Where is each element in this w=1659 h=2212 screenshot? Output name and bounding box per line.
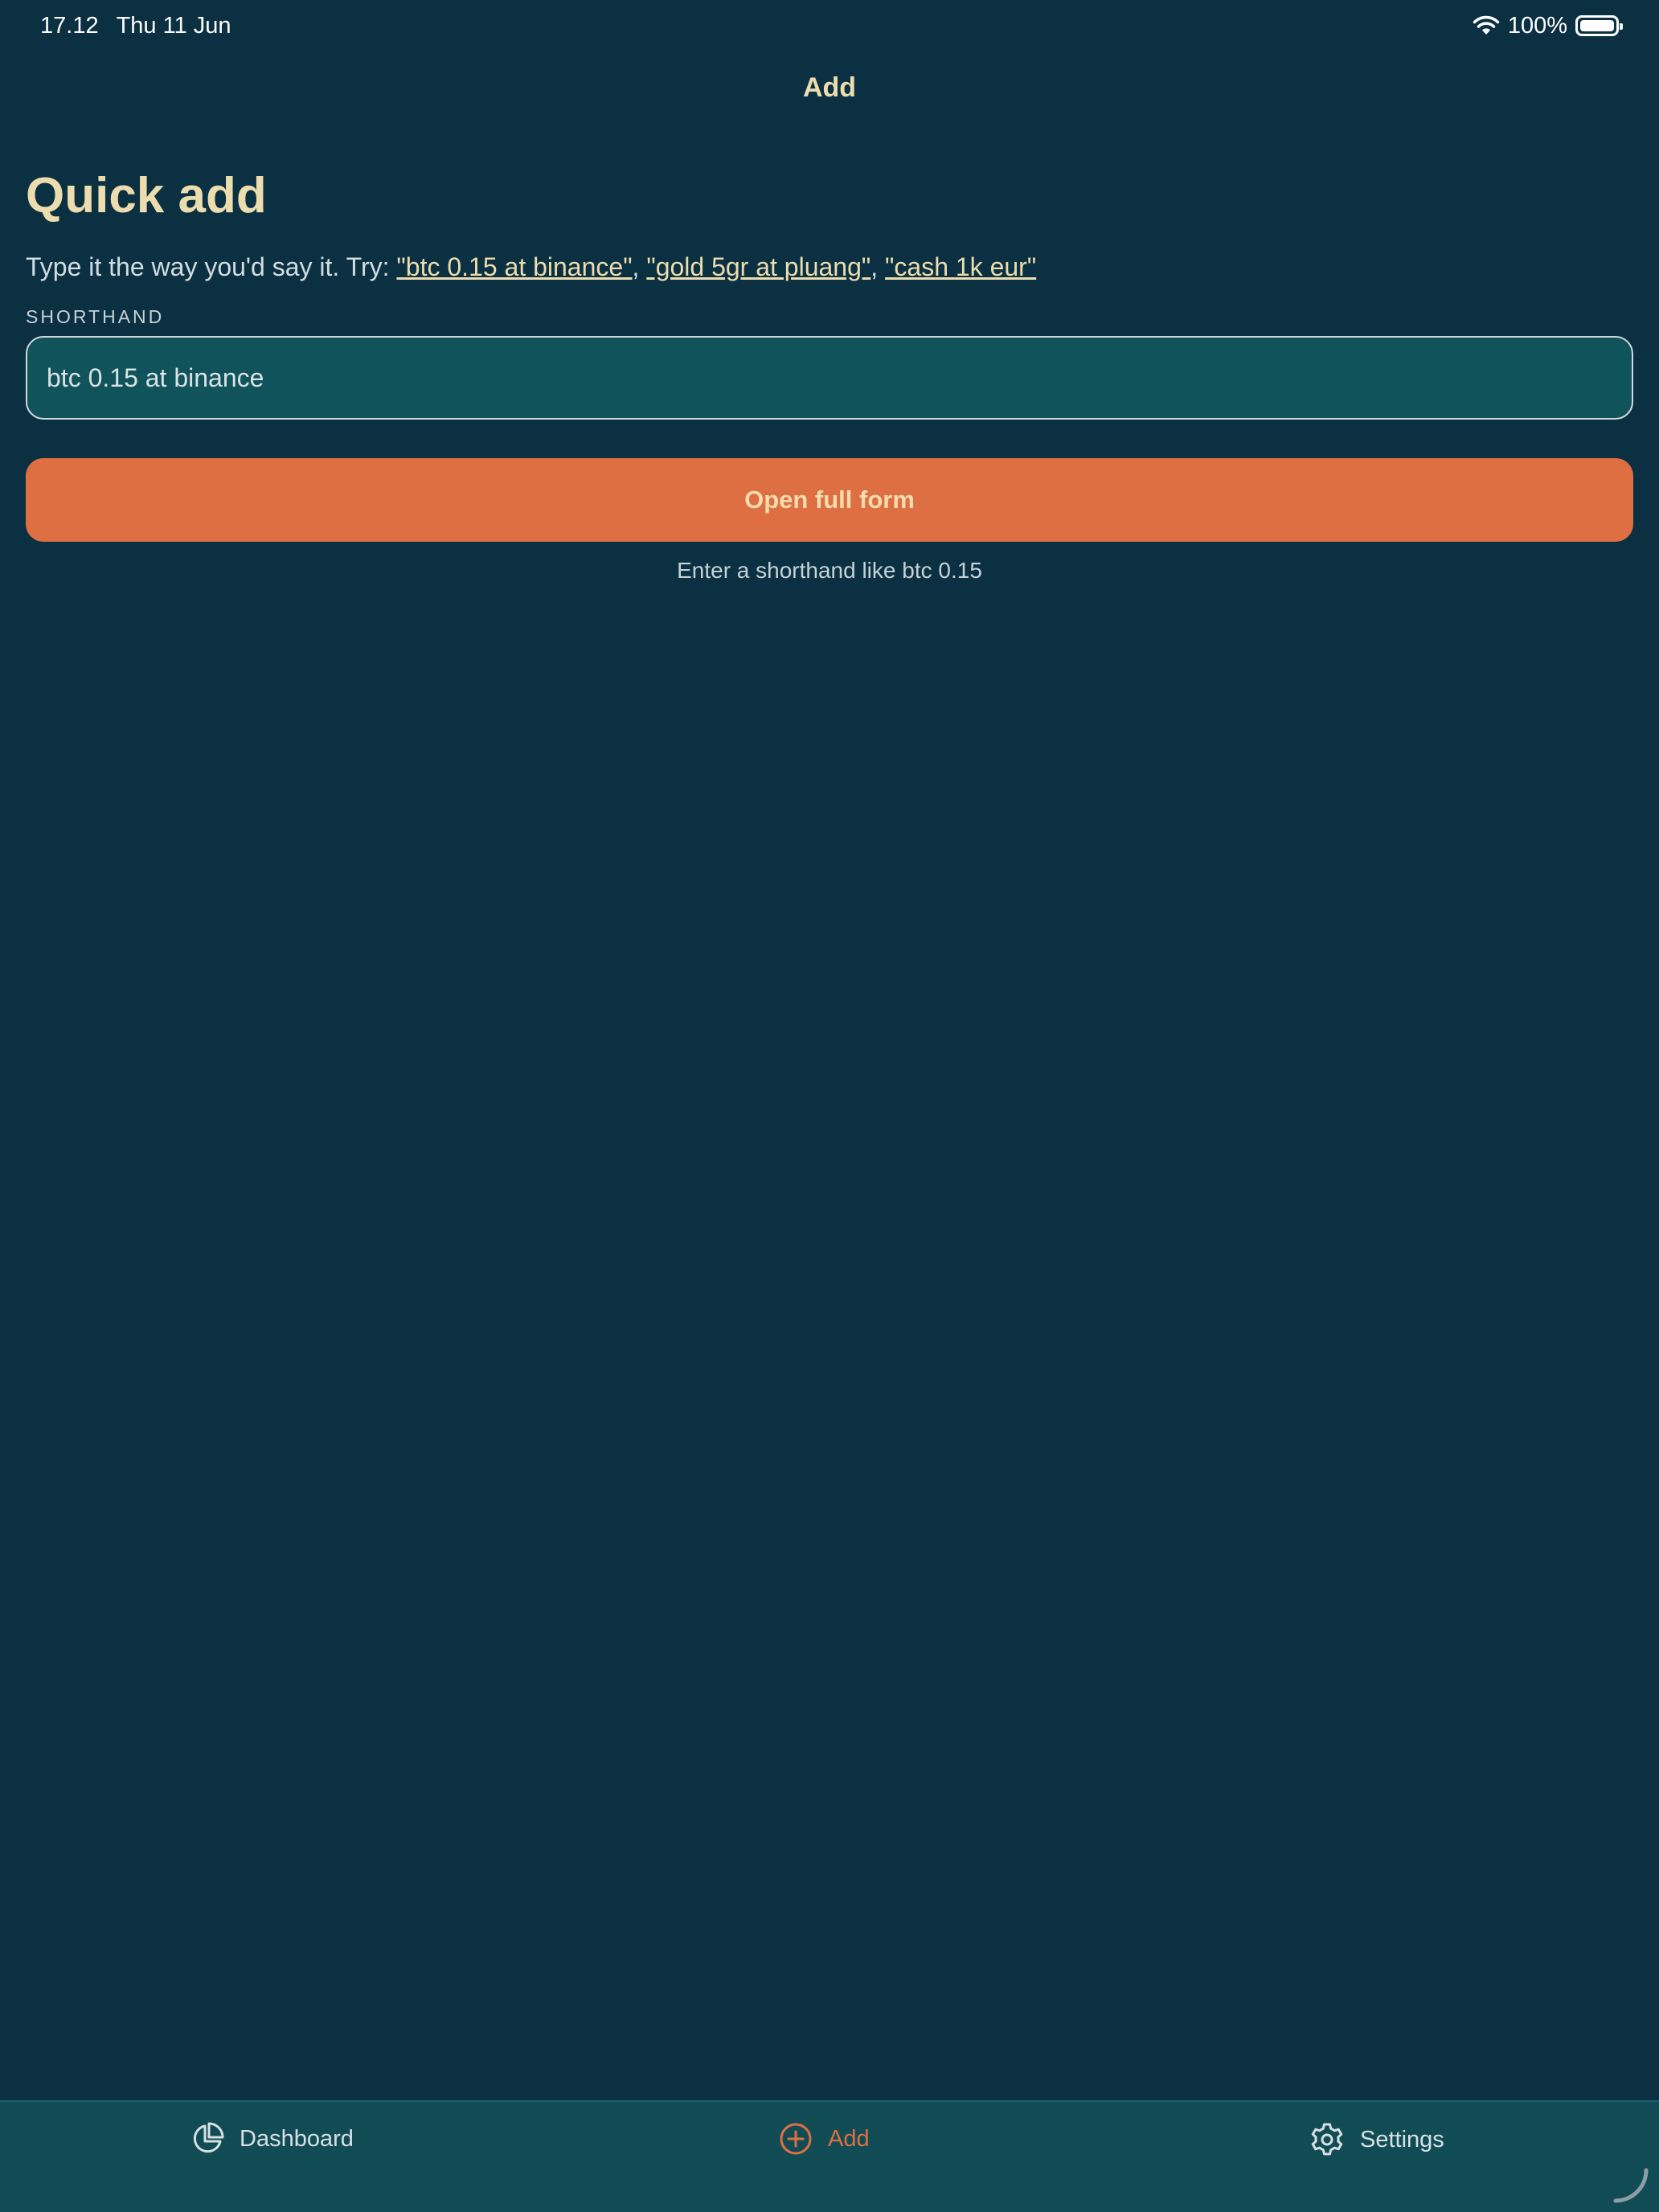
tab-add[interactable]: Add (778, 2121, 870, 2157)
resize-handle-icon (1613, 2168, 1649, 2203)
add-screen: 17.12 Thu 11 Jun 100% Add Quick add Type… (0, 0, 1659, 2212)
pie-chart-icon (193, 2122, 224, 2153)
battery-icon (1575, 15, 1623, 36)
status-left: 17.12 Thu 11 Jun (40, 13, 231, 39)
hint-text: Type it the way you'd say it. Try: "btc … (26, 252, 1633, 282)
shorthand-input[interactable] (47, 363, 1612, 393)
page-title: Quick add (26, 168, 267, 223)
example-link-btc[interactable]: "btc 0.15 at binance" (396, 252, 632, 281)
tab-settings[interactable]: Settings (1309, 2121, 1444, 2158)
gear-icon (1311, 2123, 1343, 2156)
status-date: Thu 11 Jun (116, 12, 231, 39)
open-full-form-button[interactable]: Open full form (26, 458, 1633, 543)
example-link-gold[interactable]: "gold 5gr at pluang" (646, 252, 870, 281)
tab-label-settings: Settings (1360, 2126, 1444, 2153)
quick-add-section: Quick add Type it the way you'd say it. … (26, 168, 1633, 584)
status-right: 100% (1473, 12, 1623, 39)
battery-level (1580, 20, 1614, 31)
helper-text: Enter a shorthand like btc 0.15 (677, 558, 982, 584)
nav-title: Add (802, 72, 857, 103)
tab-dashboard[interactable]: Dashboard (190, 2121, 354, 2157)
plus-circle-icon (780, 2123, 812, 2155)
tab-label-dashboard: Dashboard (240, 2125, 354, 2152)
example-link-cash[interactable]: "cash 1k eur" (885, 252, 1036, 281)
hint-prefix: Type it the way you'd say it. Try: (26, 252, 397, 282)
status-bar: 17.12 Thu 11 Jun 100% (0, 0, 1659, 51)
tab-label-add: Add (828, 2125, 870, 2152)
hint-separator: , (870, 252, 886, 282)
shorthand-label: SHORTHAND (26, 306, 165, 328)
status-time: 17.12 (40, 12, 99, 39)
wifi-icon (1473, 15, 1500, 35)
shorthand-field[interactable] (26, 336, 1633, 420)
tab-bar: Dashboard Add Settings (0, 2100, 1659, 2212)
battery-percent: 100% (1507, 12, 1567, 39)
hint-separator: , (632, 252, 647, 282)
